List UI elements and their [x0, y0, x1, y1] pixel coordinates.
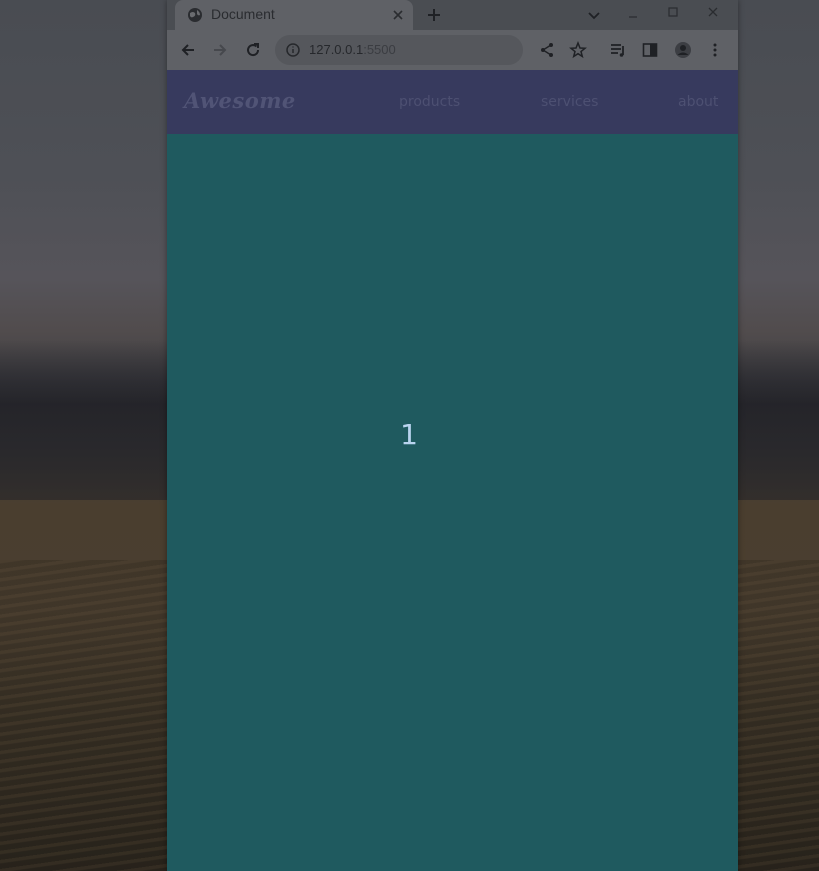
- address-bar[interactable]: 127.0.0.1:5500: [275, 35, 523, 65]
- profile-icon[interactable]: [674, 41, 692, 59]
- more-menu-icon[interactable]: [706, 41, 724, 59]
- tab-strip: Document: [167, 0, 738, 30]
- reload-icon[interactable]: [244, 41, 262, 59]
- minimize-icon[interactable]: [625, 6, 641, 22]
- page-viewport: Awesome products services about 1: [167, 70, 738, 871]
- reading-list-icon[interactable]: [609, 41, 627, 59]
- globe-icon: [188, 8, 202, 22]
- side-panel-icon[interactable]: [641, 41, 659, 59]
- info-icon[interactable]: [285, 42, 301, 58]
- maximize-icon[interactable]: [665, 4, 681, 20]
- star-icon[interactable]: [569, 41, 587, 59]
- new-tab-icon[interactable]: [425, 6, 443, 24]
- share-icon[interactable]: [538, 41, 556, 59]
- close-icon[interactable]: [391, 8, 405, 22]
- nav-link-services[interactable]: services: [541, 94, 598, 110]
- slide-number: 1: [400, 418, 418, 451]
- url-text: 127.0.0.1:5500: [309, 42, 396, 57]
- window-close-icon[interactable]: [705, 4, 721, 20]
- chevron-down-icon[interactable]: [587, 8, 601, 22]
- tab-document[interactable]: Document: [175, 0, 413, 30]
- browser-window: Document 127.0.0.1:5500 Awesome products…: [167, 0, 738, 871]
- back-arrow-icon[interactable]: [179, 41, 197, 59]
- nav-link-about[interactable]: about: [678, 94, 718, 110]
- tab-title: Document: [211, 6, 275, 22]
- forward-arrow-icon[interactable]: [211, 41, 229, 59]
- url-port: :5500: [363, 42, 396, 57]
- nav-link-products[interactable]: products: [399, 94, 460, 110]
- browser-toolbar: 127.0.0.1:5500: [167, 30, 738, 70]
- url-host: 127.0.0.1: [309, 42, 364, 57]
- site-navbar: Awesome products services about: [167, 70, 738, 134]
- site-logo[interactable]: Awesome: [184, 88, 296, 113]
